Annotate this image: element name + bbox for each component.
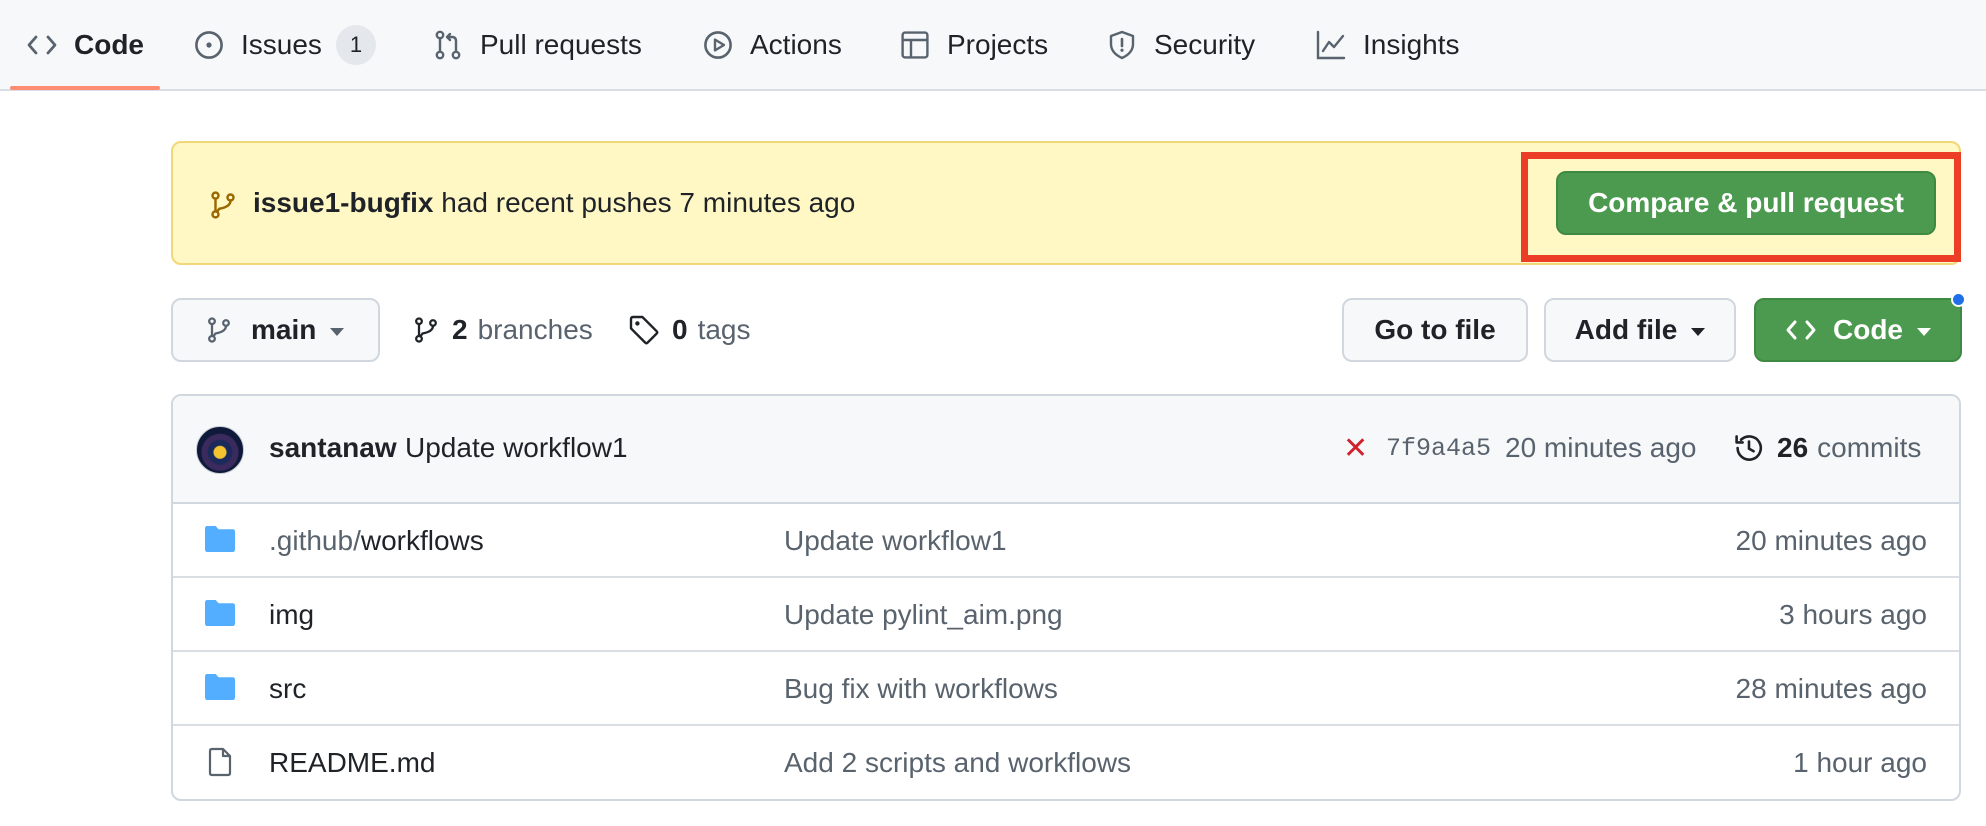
tab-label: Security bbox=[1154, 28, 1256, 60]
git-branch-icon bbox=[208, 189, 238, 226]
code-icon bbox=[26, 29, 58, 61]
branch-select-button[interactable]: main bbox=[171, 298, 380, 362]
branches-link[interactable]: 2 branches bbox=[412, 310, 593, 350]
issue-icon bbox=[193, 29, 225, 61]
code-dropdown-button[interactable]: Code bbox=[1754, 298, 1962, 362]
path-name: workflows bbox=[360, 525, 484, 556]
file-commit-message[interactable]: Update workflow1 bbox=[784, 525, 1007, 557]
go-to-file-button[interactable]: Go to file bbox=[1342, 298, 1528, 362]
go-to-file-label: Go to file bbox=[1374, 314, 1496, 345]
tab-actions[interactable]: Actions bbox=[702, 0, 842, 89]
code-button-label: Code bbox=[1833, 314, 1903, 345]
tab-issues[interactable]: Issues 1 bbox=[193, 0, 376, 89]
tab-label: Actions bbox=[750, 28, 842, 60]
chevron-down-icon bbox=[330, 328, 345, 336]
file-time: 1 hour ago bbox=[1793, 747, 1927, 778]
pull-request-icon bbox=[432, 29, 464, 61]
repo-nav: Code Issues 1 Pull requests Actions Proj… bbox=[0, 0, 1986, 91]
x-icon[interactable]: ✕ bbox=[1343, 432, 1368, 466]
folder-icon bbox=[203, 598, 237, 628]
tags-count: 0 bbox=[672, 314, 688, 345]
tab-label: Code bbox=[74, 28, 144, 60]
issues-counter: 1 bbox=[335, 24, 376, 65]
file-row[interactable]: .github/workflows Update workflow1 20 mi… bbox=[173, 504, 1959, 578]
file-commit-message[interactable]: Add 2 scripts and workflows bbox=[784, 747, 1131, 779]
tab-code[interactable]: Code bbox=[26, 0, 144, 89]
commit-count-label: commits bbox=[1817, 432, 1922, 463]
commit-sha[interactable]: 7f9a4a5 bbox=[1386, 434, 1491, 463]
play-icon bbox=[702, 29, 734, 61]
git-branch-icon bbox=[412, 315, 440, 345]
chevron-down-icon bbox=[1691, 328, 1706, 336]
folder-icon bbox=[203, 524, 237, 554]
file-name[interactable]: src bbox=[269, 673, 306, 705]
add-file-label: Add file bbox=[1574, 314, 1678, 345]
file-row[interactable]: src Bug fix with workflows 28 minutes ag… bbox=[173, 652, 1959, 726]
file-listing: santanaw Update workflow1 ✕ 7f9a4a5 20 m… bbox=[171, 394, 1961, 801]
tab-pull-requests[interactable]: Pull requests bbox=[432, 0, 642, 89]
graph-icon bbox=[1315, 29, 1347, 61]
tab-label: Insights bbox=[1363, 28, 1460, 60]
branches-label: branches bbox=[477, 314, 593, 345]
tab-insights[interactable]: Insights bbox=[1315, 0, 1460, 89]
tab-label: Issues bbox=[241, 28, 322, 60]
file-time: 28 minutes ago bbox=[1735, 673, 1927, 704]
avatar[interactable] bbox=[196, 426, 244, 474]
file-row[interactable]: img Update pylint_aim.png 3 hours ago bbox=[173, 578, 1959, 652]
commit-time: 20 minutes ago bbox=[1505, 432, 1697, 463]
shield-icon bbox=[1106, 29, 1138, 61]
file-icon bbox=[203, 746, 237, 778]
file-time: 3 hours ago bbox=[1779, 599, 1927, 630]
commit-author[interactable]: santanaw bbox=[269, 432, 397, 464]
tab-label: Pull requests bbox=[480, 28, 642, 60]
latest-commit-bar: santanaw Update workflow1 ✕ 7f9a4a5 20 m… bbox=[173, 396, 1959, 504]
git-branch-icon bbox=[205, 315, 233, 345]
file-time: 20 minutes ago bbox=[1735, 525, 1927, 556]
banner-text: had recent pushes 7 minutes ago bbox=[441, 187, 856, 218]
tags-link[interactable]: 0 tags bbox=[628, 310, 751, 350]
branches-count: 2 bbox=[452, 314, 468, 345]
tab-projects[interactable]: Projects bbox=[899, 0, 1048, 89]
tags-label: tags bbox=[697, 314, 751, 345]
history-icon bbox=[1733, 432, 1765, 464]
chevron-down-icon bbox=[1917, 328, 1931, 336]
banner-message: issue1-bugfix had recent pushes 7 minute… bbox=[253, 187, 855, 219]
table-icon bbox=[899, 29, 931, 61]
branch-name: main bbox=[251, 314, 317, 345]
add-file-button[interactable]: Add file bbox=[1544, 298, 1736, 362]
compare-pull-request-button[interactable]: Compare & pull request bbox=[1556, 171, 1936, 235]
commits-history-link[interactable]: 26 commits bbox=[1733, 428, 1921, 468]
banner-branch-name[interactable]: issue1-bugfix bbox=[253, 187, 433, 218]
tab-selected-underline bbox=[10, 86, 160, 90]
file-name[interactable]: img bbox=[269, 599, 314, 631]
tab-label: Projects bbox=[947, 28, 1049, 60]
path-prefix: .github/ bbox=[269, 525, 361, 556]
file-name[interactable]: README.md bbox=[269, 747, 435, 779]
notification-dot bbox=[1951, 292, 1966, 307]
tab-security[interactable]: Security bbox=[1106, 0, 1255, 89]
tag-icon bbox=[628, 314, 660, 346]
file-commit-message[interactable]: Bug fix with workflows bbox=[784, 673, 1058, 705]
file-commit-message[interactable]: Update pylint_aim.png bbox=[784, 599, 1063, 631]
commit-count: 26 bbox=[1777, 432, 1809, 463]
folder-icon bbox=[203, 672, 237, 702]
code-icon bbox=[1785, 314, 1817, 346]
commit-message[interactable]: Update workflow1 bbox=[405, 432, 628, 464]
file-name[interactable]: .github/workflows bbox=[269, 525, 484, 557]
file-row[interactable]: README.md Add 2 scripts and workflows 1 … bbox=[173, 726, 1959, 799]
